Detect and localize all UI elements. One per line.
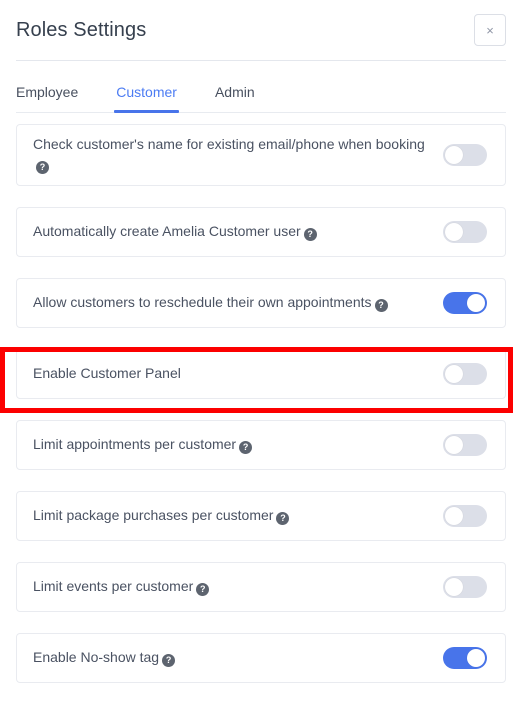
tab-admin-label: Admin <box>214 84 255 100</box>
toggle-knob <box>467 294 485 313</box>
toggle-knob <box>467 649 485 668</box>
toggle-check-customer-name[interactable] <box>443 144 487 167</box>
toggle-knob <box>445 146 463 165</box>
roles-settings-modal: Roles Settings × Employee Customer Admin… <box>0 0 522 708</box>
setting-row-limit-events: Limit events per customer? <box>16 562 506 613</box>
close-button[interactable]: × <box>474 14 506 46</box>
question-mark-icon[interactable]: ? <box>162 654 176 668</box>
setting-label-text: Check customer's name for existing email… <box>33 136 425 153</box>
setting-label-text: Limit events per customer <box>33 578 194 595</box>
toggle-enable-no-show-tag[interactable] <box>443 647 487 670</box>
setting-label: Enable No-show tag? <box>33 648 185 668</box>
setting-label: Limit package purchases per customer? <box>33 506 299 526</box>
toggle-knob <box>445 578 463 597</box>
setting-row-limit-appointments: Limit appointments per customer? <box>16 420 506 471</box>
toggle-enable-customer-panel[interactable] <box>443 363 487 386</box>
page-title: Roles Settings <box>16 19 147 41</box>
setting-label: Automatically create Amelia Customer use… <box>33 222 327 242</box>
setting-row-check-customer-name: Check customer's name for existing email… <box>16 124 506 187</box>
setting-label-text: Enable No-show tag <box>33 649 160 666</box>
setting-label: Enable Customer Panel <box>33 364 191 384</box>
close-icon: × <box>486 22 494 38</box>
setting-label-text: Enable Customer Panel <box>33 365 181 382</box>
tab-employee[interactable]: Employee <box>16 83 78 112</box>
modal-header: Roles Settings × <box>0 0 522 60</box>
setting-row-enable-no-show-tag: Enable No-show tag? <box>16 633 506 684</box>
toggle-limit-appointments[interactable] <box>443 434 487 457</box>
setting-label: Limit events per customer? <box>33 577 219 597</box>
toggle-knob <box>445 365 463 384</box>
settings-list: Check customer's name for existing email… <box>0 113 522 684</box>
toggle-knob <box>445 223 463 242</box>
setting-label: Allow customers to reschedule their own … <box>33 293 398 313</box>
setting-label-text: Allow customers to reschedule their own … <box>33 294 372 311</box>
tab-admin[interactable]: Admin <box>215 83 255 112</box>
toggle-auto-create-customer-user[interactable] <box>443 221 487 244</box>
setting-row-limit-package-purchases: Limit package purchases per customer? <box>16 491 506 542</box>
tabs-container: Employee Customer Admin <box>16 61 506 114</box>
toggle-allow-reschedule[interactable] <box>443 292 487 315</box>
setting-row-enable-customer-panel: Enable Customer Panel <box>16 349 506 400</box>
toggle-knob <box>445 507 463 526</box>
toggle-limit-package-purchases[interactable] <box>443 505 487 528</box>
tabs-underline <box>16 112 506 114</box>
tab-employee-label: Employee <box>16 84 79 100</box>
setting-row-allow-reschedule: Allow customers to reschedule their own … <box>16 278 506 329</box>
setting-label: Limit appointments per customer? <box>33 435 262 455</box>
tab-list: Employee Customer Admin <box>16 83 506 114</box>
question-mark-icon[interactable]: ? <box>374 299 388 313</box>
setting-label-text: Limit package purchases per customer <box>33 507 274 524</box>
setting-label-text: Limit appointments per customer <box>33 436 237 453</box>
question-mark-icon[interactable]: ? <box>239 441 253 455</box>
tab-customer[interactable]: Customer <box>114 83 179 114</box>
setting-label-text: Automatically create Amelia Customer use… <box>33 223 301 240</box>
tab-customer-label: Customer <box>116 84 177 100</box>
question-mark-icon[interactable]: ? <box>196 583 210 597</box>
toggle-knob <box>445 436 463 455</box>
question-mark-icon[interactable]: ? <box>36 161 49 175</box>
setting-label: Check customer's name for existing email… <box>33 135 443 175</box>
question-mark-icon[interactable]: ? <box>276 512 290 526</box>
question-mark-icon[interactable]: ? <box>303 228 317 242</box>
setting-row-auto-create-customer-user: Automatically create Amelia Customer use… <box>16 207 506 258</box>
toggle-limit-events[interactable] <box>443 576 487 599</box>
